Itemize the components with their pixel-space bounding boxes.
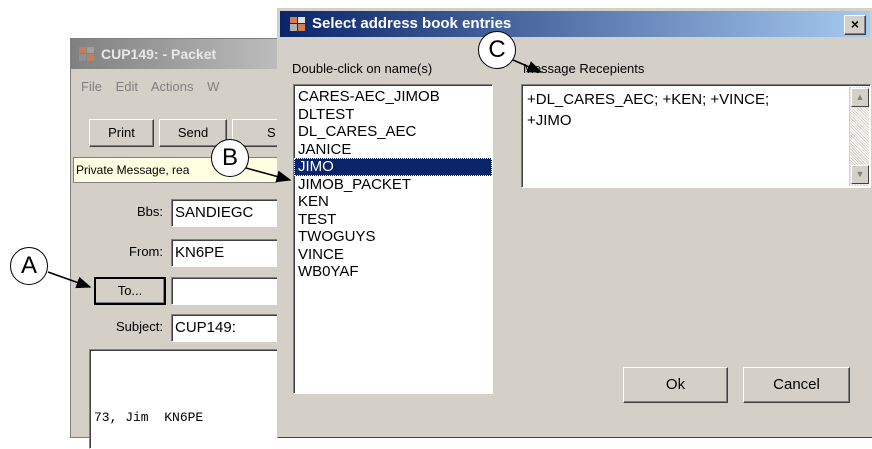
arrow-b bbox=[245, 167, 292, 183]
callout-c: C bbox=[478, 31, 516, 69]
callout-a: A bbox=[10, 247, 48, 285]
callout-arrows bbox=[47, 59, 543, 289]
arrow-a bbox=[47, 271, 92, 289]
callout-b: B bbox=[211, 139, 249, 177]
arrow-c bbox=[512, 59, 543, 73]
